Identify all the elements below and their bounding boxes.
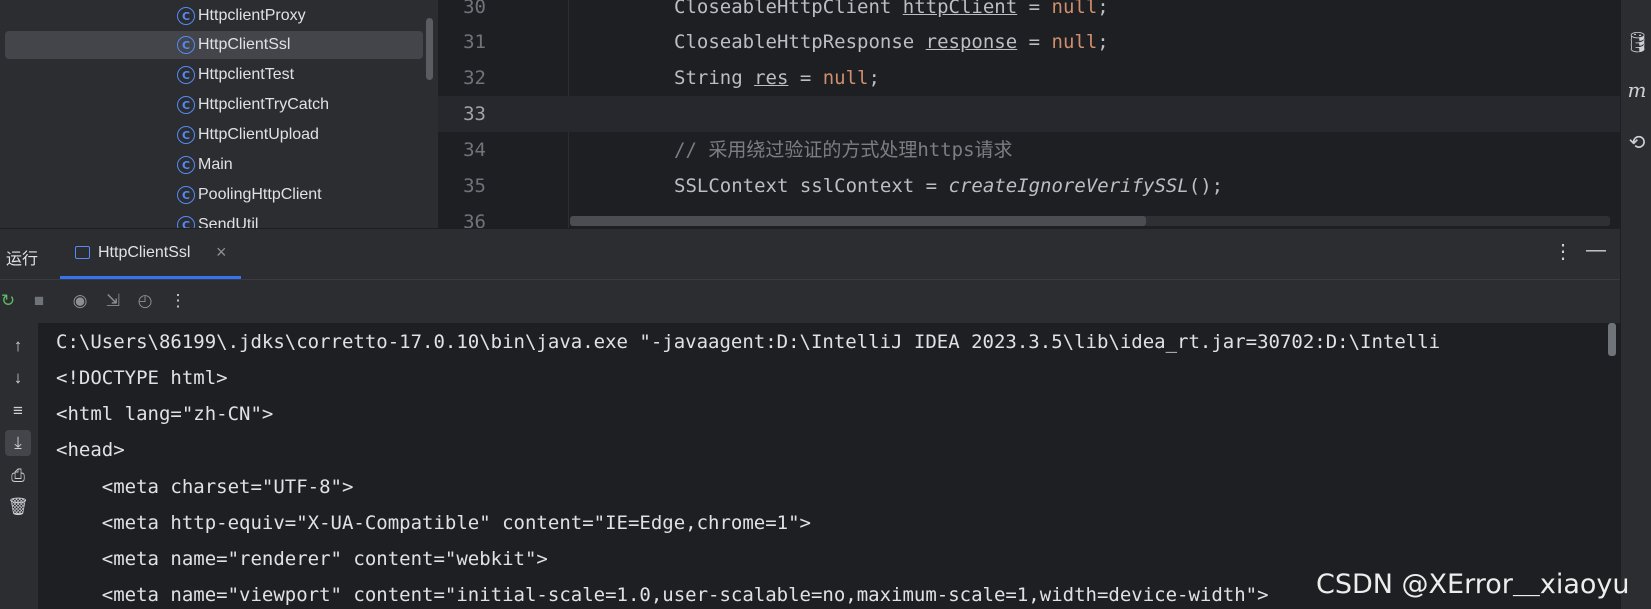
- tree-item-label: SendUtil: [198, 216, 259, 228]
- more-options-icon[interactable]: ⋮: [1553, 239, 1573, 264]
- minimize-icon[interactable]: —: [1586, 239, 1606, 262]
- line-number: 31: [463, 31, 486, 53]
- tree-item-label: HttpClientSsl: [198, 36, 291, 53]
- tree-item-sendutil[interactable]: C SendUtil: [5, 211, 423, 228]
- tree-scrollbar[interactable]: [426, 18, 433, 80]
- code-text: String res = null;: [674, 67, 880, 89]
- code-line[interactable]: 30 CloseableHttpClient httpClient = null…: [438, 0, 1620, 25]
- console-icon: [75, 246, 90, 259]
- code-line[interactable]: 35 SSLContext sslContext = createIgnoreV…: [438, 168, 1620, 204]
- tree-item-httpclientssl[interactable]: C HttpClientSsl: [5, 31, 423, 59]
- console-line: <meta http-equiv="X-UA-Compatible" conte…: [56, 512, 811, 534]
- soft-wrap-icon[interactable]: ≡: [5, 398, 31, 424]
- watermark: CSDN @XError＿xiaoyu: [1316, 569, 1630, 600]
- run-tab-label: HttpClientSsl: [98, 244, 191, 261]
- right-tool-strip: 🛢 m ⟲: [1620, 0, 1651, 609]
- tree-item-httpclientproxy[interactable]: C HttpclientProxy: [5, 2, 423, 30]
- class-icon: C: [177, 186, 195, 204]
- exit-icon[interactable]: ⇲: [102, 290, 124, 312]
- class-icon: C: [177, 36, 195, 54]
- class-icon: C: [177, 126, 195, 144]
- class-icon: C: [177, 7, 195, 25]
- tree-item-httpclienttest[interactable]: C HttpclientTest: [5, 61, 423, 89]
- line-number: 36: [463, 211, 486, 228]
- rerun-icon[interactable]: ↻: [0, 290, 19, 312]
- run-toolbar: ↻ ■ ◉ ⇲ ◴ ⋮: [0, 279, 1620, 324]
- close-icon[interactable]: ×: [216, 242, 227, 263]
- class-icon: C: [177, 156, 195, 174]
- trash-icon[interactable]: 🗑: [5, 494, 31, 520]
- tree-item-label: HttpclientTryCatch: [198, 96, 329, 113]
- notifications-icon[interactable]: ⟲: [1625, 130, 1649, 155]
- run-tab-httpclientssl[interactable]: HttpClientSsl ×: [60, 229, 241, 279]
- class-icon: C: [177, 66, 195, 84]
- tree-item-main[interactable]: C Main: [5, 151, 423, 179]
- run-panel-header: 运行 HttpClientSsl × ⋮ —: [0, 228, 1620, 280]
- console-line: <meta charset="UTF-8">: [56, 476, 354, 498]
- console-scrollbar[interactable]: [1608, 323, 1616, 356]
- console-line: <head>: [56, 439, 125, 461]
- console-line: <!DOCTYPE html>: [56, 367, 228, 389]
- database-icon[interactable]: 🛢: [1625, 30, 1650, 55]
- class-icon: C: [177, 96, 195, 114]
- tree-item-label: HttpClientUpload: [198, 126, 319, 143]
- line-number: 35: [463, 175, 486, 197]
- project-tree: C HttpclientProxy C HttpClientSsl C Http…: [0, 0, 438, 228]
- tree-item-label: HttpclientTest: [198, 66, 295, 83]
- code-line[interactable]: 31 CloseableHttpResponse response = null…: [438, 24, 1620, 60]
- camera-icon[interactable]: ◉: [69, 290, 91, 312]
- tree-item-label: PoolingHttpClient: [198, 186, 322, 203]
- line-number: 32: [463, 67, 486, 89]
- more-icon[interactable]: ⋮: [167, 290, 189, 312]
- print-icon[interactable]: ⎙: [5, 463, 31, 489]
- code-editor[interactable]: 30 CloseableHttpClient httpClient = null…: [438, 0, 1620, 228]
- maven-icon[interactable]: m: [1625, 78, 1649, 102]
- arrow-down-icon[interactable]: ↓: [5, 365, 31, 391]
- run-panel-title: 运行: [6, 249, 39, 268]
- scroll-to-end-icon[interactable]: ⤓: [5, 430, 31, 456]
- console-line: <meta name="renderer" content="webkit">: [56, 548, 548, 570]
- code-text: CloseableHttpClient httpClient = null;: [674, 0, 1109, 18]
- class-icon: C: [177, 216, 195, 228]
- tree-item-poolinghttpclient[interactable]: C PoolingHttpClient: [5, 181, 423, 209]
- line-number: 30: [463, 0, 486, 18]
- code-line[interactable]: 32 String res = null;: [438, 60, 1620, 96]
- code-text: CloseableHttpResponse response = null;: [674, 31, 1109, 53]
- code-comment: // 采用绕过验证的方式处理https请求: [674, 139, 1013, 161]
- line-number: 34: [463, 139, 486, 161]
- tree-item-httpclienttrycatch[interactable]: C HttpclientTryCatch: [5, 91, 423, 119]
- tree-item-label: Main: [198, 156, 233, 173]
- code-text: SSLContext sslContext = createIgnoreVeri…: [674, 175, 1224, 197]
- console-line: C:\Users\86199\.jdks\corretto-17.0.10\bi…: [56, 331, 1441, 353]
- code-line[interactable]: 34 // 采用绕过验证的方式处理https请求: [438, 132, 1620, 168]
- console-line: <meta name="viewport" content="initial-s…: [56, 584, 1269, 606]
- console-side-toolbar: ↑ ↓ ≡ ⤓ ⎙ 🗑: [0, 323, 38, 609]
- code-line-current[interactable]: 33: [438, 96, 1620, 132]
- arrow-up-icon[interactable]: ↑: [5, 333, 31, 359]
- editor-horizontal-scrollbar[interactable]: [570, 216, 1146, 226]
- tree-item-label: HttpclientProxy: [198, 7, 306, 24]
- stop-icon[interactable]: ■: [28, 290, 50, 312]
- profiler-icon[interactable]: ◴: [134, 290, 156, 312]
- tree-item-httpclientupload[interactable]: C HttpClientUpload: [5, 121, 423, 149]
- line-number: 33: [463, 103, 486, 125]
- console-line: <html lang="zh-CN">: [56, 403, 274, 425]
